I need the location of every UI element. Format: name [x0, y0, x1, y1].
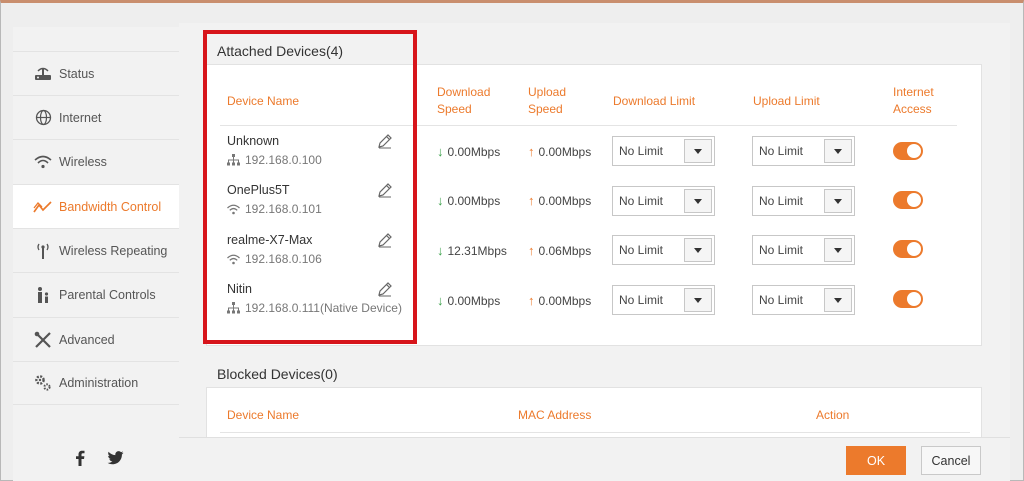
download-speed: ↓ 0.00Mbps: [437, 144, 501, 159]
download-limit-select[interactable]: No Limit: [612, 136, 715, 166]
internet-access-toggle[interactable]: [893, 142, 923, 160]
arrow-up-icon: ↑: [528, 193, 535, 208]
social-links: [75, 450, 124, 471]
sidebar-item-label: Wireless Repeating: [59, 243, 168, 258]
arrow-down-icon: ↓: [437, 144, 444, 159]
arrow-up-icon: ↑: [528, 243, 535, 258]
tools-icon: [33, 331, 53, 349]
download-limit-select[interactable]: No Limit: [612, 186, 715, 216]
upload-speed: ↑ 0.00Mbps: [528, 193, 592, 208]
sidebar-item-label: Advanced: [59, 332, 115, 347]
caret-down-icon[interactable]: [824, 189, 852, 213]
sidebar-item-bandwidth-control[interactable]: Bandwidth Control: [13, 184, 179, 228]
download-limit-select[interactable]: No Limit: [612, 235, 715, 265]
caret-down-icon[interactable]: [824, 139, 852, 163]
highlight-box: [203, 30, 417, 344]
cancel-button[interactable]: Cancel: [921, 446, 981, 475]
parental-icon: [33, 286, 53, 304]
router-icon: [33, 66, 53, 82]
arrow-down-icon: ↓: [437, 243, 444, 258]
caret-down-icon[interactable]: [684, 238, 712, 262]
upload-speed: ↑ 0.00Mbps: [528, 293, 592, 308]
internet-access-toggle[interactable]: [893, 290, 923, 308]
bandwidth-icon: [33, 200, 53, 214]
header-divider: [220, 432, 970, 433]
download-limit-select[interactable]: No Limit: [612, 285, 715, 315]
upload-speed: ↑ 0.06Mbps: [528, 243, 592, 258]
globe-icon: [33, 109, 53, 126]
col-mac-address: MAC Address: [518, 408, 592, 422]
sidebar-item-administration[interactable]: Administration: [13, 361, 179, 405]
col-internet-access: Internet Access: [893, 85, 934, 116]
sidebar-item-internet[interactable]: Internet: [13, 95, 179, 139]
sidebar-item-wireless-repeating[interactable]: Wireless Repeating: [13, 228, 179, 272]
col-upload-speed: Upload Speed: [528, 85, 567, 116]
col-device-name: Device Name: [227, 408, 300, 422]
arrow-up-icon: ↑: [528, 293, 535, 308]
sidebar-item-label: Internet: [59, 110, 102, 125]
repeater-icon: [33, 242, 53, 260]
col-download-limit: Download Limit: [613, 94, 696, 108]
sidebar-item-label: Status: [59, 66, 95, 81]
ok-button[interactable]: OK: [846, 446, 906, 475]
sidebar-item-label: Wireless: [59, 154, 107, 169]
sidebar-item-label: Administration: [59, 376, 139, 390]
caret-down-icon[interactable]: [684, 189, 712, 213]
upload-speed: ↑ 0.00Mbps: [528, 144, 592, 159]
facebook-icon[interactable]: [75, 450, 85, 471]
download-speed: ↓ 0.00Mbps: [437, 193, 501, 208]
col-upload-limit: Upload Limit: [753, 94, 820, 108]
sidebar-item-advanced[interactable]: Advanced: [13, 317, 179, 361]
sidebar-item-wireless[interactable]: Wireless: [13, 139, 179, 183]
upload-limit-select[interactable]: No Limit: [752, 186, 855, 216]
blocked-devices-title: Blocked Devices(0): [217, 366, 338, 382]
caret-down-icon[interactable]: [684, 288, 712, 312]
download-speed: ↓ 0.00Mbps: [437, 293, 501, 308]
internet-access-toggle[interactable]: [893, 240, 923, 258]
download-speed: ↓ 12.31Mbps: [437, 243, 507, 258]
upload-limit-select[interactable]: No Limit: [752, 136, 855, 166]
sidebar-item-label: Bandwidth Control: [59, 199, 162, 214]
caret-down-icon[interactable]: [824, 288, 852, 312]
arrow-down-icon: ↓: [437, 193, 444, 208]
sidebar-item-label: Parental Controls: [59, 287, 156, 302]
sidebar-item-status[interactable]: Status: [13, 51, 179, 95]
upload-limit-select[interactable]: No Limit: [752, 285, 855, 315]
caret-down-icon[interactable]: [824, 238, 852, 262]
arrow-up-icon: ↑: [528, 144, 535, 159]
wifi-icon: [33, 155, 53, 169]
col-action: Action: [816, 408, 850, 422]
sidebar: Status Internet Wireless Bandwidth Contr…: [13, 27, 179, 481]
arrow-down-icon: ↓: [437, 293, 444, 308]
gears-icon: [33, 374, 53, 392]
upload-limit-select[interactable]: No Limit: [752, 235, 855, 265]
twitter-icon[interactable]: [107, 451, 124, 470]
internet-access-toggle[interactable]: [893, 191, 923, 209]
caret-down-icon[interactable]: [684, 139, 712, 163]
col-download-speed: Download Speed: [437, 85, 491, 116]
sidebar-item-parental-controls[interactable]: Parental Controls: [13, 272, 179, 316]
